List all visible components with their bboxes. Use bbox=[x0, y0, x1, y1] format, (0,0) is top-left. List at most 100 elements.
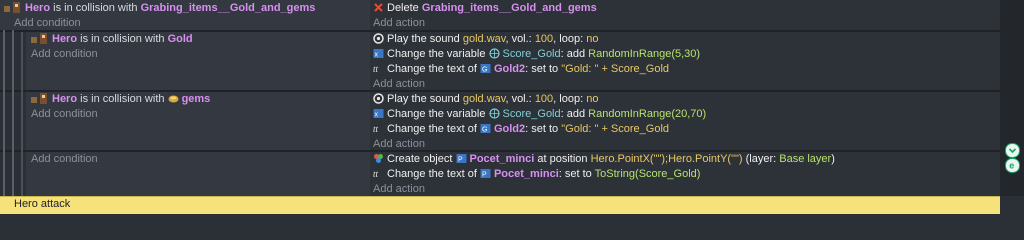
action-verb: Change the variable bbox=[387, 108, 486, 120]
event-row[interactable]: Hero is in collision with gems Add condi… bbox=[0, 92, 1024, 150]
svg-text:x: x bbox=[375, 112, 379, 119]
variable-icon: x bbox=[373, 48, 384, 59]
action-param-label: , loop: bbox=[553, 93, 584, 105]
action-param-label: : set to bbox=[558, 168, 592, 180]
svg-text:tt: tt bbox=[373, 124, 379, 134]
svg-text:G: G bbox=[482, 67, 487, 74]
sound-file[interactable]: gold.wav bbox=[463, 33, 506, 45]
layer-name[interactable]: Base layer bbox=[779, 153, 831, 165]
add-condition-link[interactable]: Add condition bbox=[31, 107, 98, 122]
event-row[interactable]: Hero is in collision with Grabing_items_… bbox=[0, 0, 1024, 30]
action-param-label: , loop: bbox=[553, 33, 584, 45]
action-param-label: : set to bbox=[525, 123, 559, 135]
condition-target[interactable]: gems bbox=[182, 93, 211, 105]
gems-icon bbox=[168, 93, 179, 104]
expression-value[interactable]: RandomInRange(5,30) bbox=[588, 48, 700, 60]
text-object-icon: P bbox=[480, 168, 491, 179]
condition-target[interactable]: Gold bbox=[168, 33, 193, 45]
action-object[interactable]: Pocet_minci bbox=[494, 168, 559, 180]
action-verb: Create object bbox=[387, 153, 453, 165]
text-icon: tt bbox=[373, 168, 384, 179]
action-line[interactable]: x Change the variable Score_Gold: add Ran… bbox=[373, 107, 706, 122]
action-object[interactable]: Gold2 bbox=[494, 63, 525, 75]
tree-guide-line bbox=[12, 30, 14, 196]
add-action-link[interactable]: Add action bbox=[373, 182, 425, 197]
action-verb: Change the text of bbox=[387, 123, 477, 135]
text-icon: tt bbox=[373, 63, 384, 74]
svg-text:P: P bbox=[458, 157, 463, 164]
sound-file[interactable]: gold.wav bbox=[463, 93, 506, 105]
event-row[interactable]: Hero is in collision with Gold Add condi… bbox=[0, 32, 1024, 90]
variable-name[interactable]: Score_Gold bbox=[503, 108, 561, 120]
action-line[interactable]: tt Change the text of G Gold2: set to "Gol… bbox=[373, 62, 669, 77]
action-line[interactable]: Play the sound gold.wav, vol.: 100, loop… bbox=[373, 32, 598, 47]
add-condition-link[interactable]: Add condition bbox=[14, 16, 81, 31]
sound-icon bbox=[373, 33, 384, 44]
expand-icon[interactable] bbox=[1005, 143, 1020, 158]
svg-text:P: P bbox=[482, 172, 487, 179]
sound-icon bbox=[373, 93, 384, 104]
scene-variable-icon bbox=[488, 48, 500, 59]
position-expression[interactable]: Hero.PointX("");Hero.PointY("") bbox=[591, 153, 743, 165]
event-group-title[interactable]: Hero attack bbox=[14, 198, 70, 210]
volume-value[interactable]: 100 bbox=[535, 33, 553, 45]
event-row[interactable]: Add condition Create object P Pocet_minci… bbox=[0, 152, 1024, 196]
action-param-label: , vol.: bbox=[505, 93, 532, 105]
editor-badge-icon[interactable]: e bbox=[1005, 158, 1020, 173]
action-verb: Play the sound bbox=[387, 33, 460, 45]
tree-guide-line bbox=[21, 32, 23, 196]
variable-icon: x bbox=[373, 108, 384, 119]
scene-variable-icon bbox=[488, 108, 500, 119]
action-verb: Change the variable bbox=[387, 48, 486, 60]
action-object[interactable]: Gold2 bbox=[494, 123, 525, 135]
action-line[interactable]: Delete Grabing_items__Gold_and_gems bbox=[373, 1, 597, 16]
condition-line[interactable]: Hero is in collision with Grabing_items_… bbox=[4, 1, 315, 16]
add-action-link[interactable]: Add action bbox=[373, 16, 425, 31]
expression-value[interactable]: "Gold: " + Score_Gold bbox=[561, 63, 669, 75]
svg-text:tt: tt bbox=[373, 64, 379, 74]
action-verb: Change the text of bbox=[387, 63, 477, 75]
condition-text: is in collision with bbox=[53, 2, 138, 14]
action-line[interactable]: Create object P Pocet_minci at position H… bbox=[373, 152, 835, 167]
delete-icon bbox=[373, 2, 384, 13]
condition-object[interactable]: Hero bbox=[25, 2, 50, 14]
action-verb: Delete bbox=[387, 2, 419, 14]
svg-text:x: x bbox=[375, 52, 379, 59]
condition-text: is in collision with bbox=[80, 93, 165, 105]
loop-value[interactable]: no bbox=[586, 33, 598, 45]
variable-name[interactable]: Score_Gold bbox=[503, 48, 561, 60]
condition-line[interactable]: Hero is in collision with Gold bbox=[31, 32, 193, 47]
condition-line[interactable]: Hero is in collision with gems bbox=[31, 92, 210, 107]
volume-value[interactable]: 100 bbox=[535, 93, 553, 105]
text-object-icon: G bbox=[480, 63, 491, 74]
tree-guide-line bbox=[3, 30, 5, 196]
condition-object[interactable]: Hero bbox=[52, 33, 77, 45]
action-line[interactable]: tt Change the text of G Gold2: set to "Gol… bbox=[373, 122, 669, 137]
action-param-label: : add bbox=[560, 48, 586, 60]
condition-object[interactable]: Hero bbox=[52, 93, 77, 105]
action-line[interactable]: x Change the variable Score_Gold: add Ran… bbox=[373, 47, 700, 62]
expression-value[interactable]: "Gold: " + Score_Gold bbox=[561, 123, 669, 135]
expression-value[interactable]: ToString(Score_Gold) bbox=[595, 168, 701, 180]
action-param-label: (layer: bbox=[745, 153, 777, 165]
action-verb: Change the text of bbox=[387, 168, 477, 180]
hero-icon bbox=[31, 93, 49, 104]
condition-text: is in collision with bbox=[80, 33, 165, 45]
add-condition-link[interactable]: Add condition bbox=[31, 152, 98, 167]
action-object[interactable]: Grabing_items__Gold_and_gems bbox=[422, 2, 597, 14]
text-icon: tt bbox=[373, 123, 384, 134]
action-param-label: : set to bbox=[525, 63, 559, 75]
expression-value[interactable]: RandomInRange(20,70) bbox=[588, 108, 706, 120]
hero-icon bbox=[4, 2, 22, 13]
action-object[interactable]: Pocet_minci bbox=[470, 153, 535, 165]
add-condition-link[interactable]: Add condition bbox=[31, 47, 98, 62]
action-param-label: : add bbox=[560, 108, 586, 120]
action-param-label: ) bbox=[831, 153, 835, 165]
action-line[interactable]: tt Change the text of P Pocet_minci: set t… bbox=[373, 167, 700, 182]
action-param-label: at position bbox=[537, 153, 588, 165]
condition-target[interactable]: Grabing_items__Gold_and_gems bbox=[141, 2, 316, 14]
svg-text:tt: tt bbox=[373, 169, 379, 179]
action-line[interactable]: Play the sound gold.wav, vol.: 100, loop… bbox=[373, 92, 598, 107]
loop-value[interactable]: no bbox=[586, 93, 598, 105]
collapsed-event-group[interactable]: Hero attack bbox=[0, 196, 1000, 214]
